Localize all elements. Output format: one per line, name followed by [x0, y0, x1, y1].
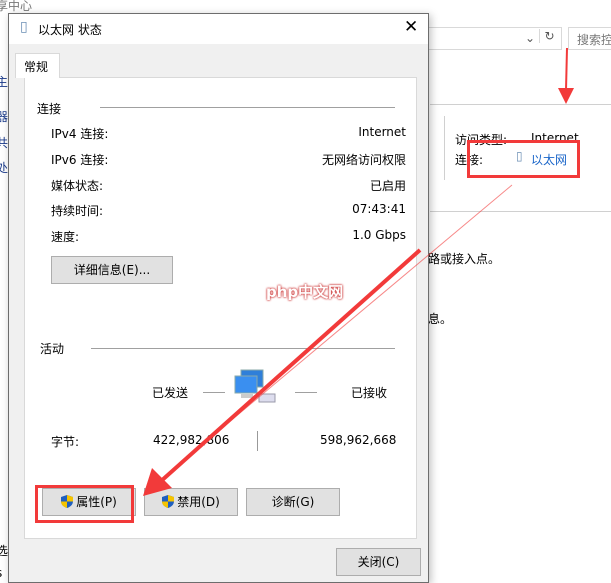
arrow-down-line	[565, 47, 568, 91]
arrow-down-head	[558, 88, 574, 104]
tab-general[interactable]: 常规	[15, 53, 60, 78]
annotation-arrows	[143, 47, 574, 496]
arrow-diagonal-line	[158, 248, 422, 484]
arrow-diagonal-head	[143, 468, 172, 496]
